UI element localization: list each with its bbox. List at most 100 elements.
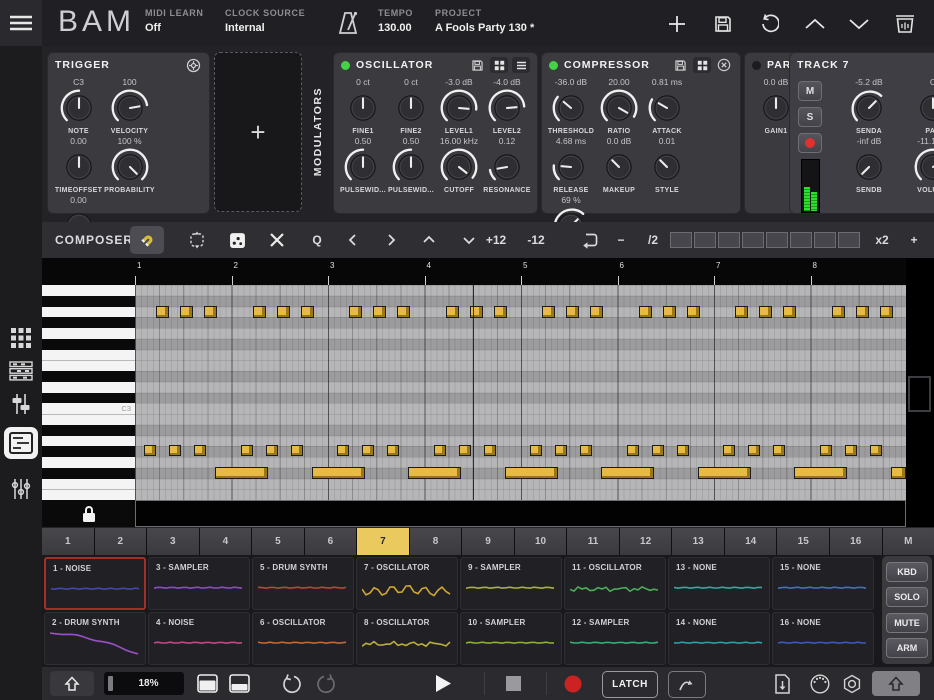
track-mute-button[interactable]: M: [798, 81, 822, 101]
piano-key-white[interactable]: [42, 328, 135, 339]
midi-note[interactable]: [156, 306, 169, 318]
knob-cutoff[interactable]: 16.00 kHz CUTOFF: [435, 136, 483, 194]
compressor-remove-icon[interactable]: [715, 57, 733, 73]
midi-note[interactable]: [397, 306, 410, 318]
midi-note[interactable]: [266, 445, 278, 456]
piano-key-white[interactable]: [42, 436, 135, 447]
midi-note[interactable]: [590, 306, 603, 318]
velocity-lane[interactable]: [135, 500, 906, 527]
knob-dial[interactable]: [599, 147, 639, 187]
midi-settings-button[interactable]: [808, 671, 832, 696]
shift-button[interactable]: [50, 671, 94, 696]
length-add-button[interactable]: +: [900, 222, 928, 258]
piano-key-black[interactable]: [42, 339, 135, 350]
midi-learn-field[interactable]: MIDI LEARN Off: [145, 8, 204, 34]
midi-note[interactable]: [459, 445, 471, 456]
piano-key-black[interactable]: [42, 425, 135, 436]
track-tab-m[interactable]: M: [883, 528, 934, 555]
knob-probability[interactable]: 100 % PROBABILITY: [104, 136, 155, 194]
note-grid[interactable]: [135, 285, 906, 500]
midi-note[interactable]: [434, 445, 446, 456]
nudge-right-button[interactable]: [374, 222, 408, 258]
midi-note[interactable]: [144, 445, 156, 456]
midi-note[interactable]: [277, 306, 290, 318]
midi-note[interactable]: [687, 306, 700, 318]
track-tab-11[interactable]: 11: [567, 528, 619, 555]
clock-source-field[interactable]: CLOCK SOURCE Internal: [225, 8, 305, 34]
knob-volume[interactable]: -11.1 dB VOLUME: [901, 136, 934, 194]
save-button[interactable]: [710, 11, 736, 37]
track-card[interactable]: 12 - SAMPLER: [564, 612, 666, 665]
midi-note[interactable]: [663, 306, 676, 318]
tempo-field[interactable]: TEMPO 130.00: [378, 8, 413, 34]
knob-attack[interactable]: 0.81 ms ATTACK: [643, 77, 691, 135]
midi-note[interactable]: [180, 306, 193, 318]
piano-key-black[interactable]: [42, 468, 135, 479]
midi-note[interactable]: [301, 306, 314, 318]
scrollbar-handle[interactable]: [908, 376, 931, 412]
length-segment[interactable]: [718, 232, 740, 248]
knob-dial[interactable]: [599, 88, 639, 128]
midi-note[interactable]: [408, 467, 461, 479]
midi-note[interactable]: [639, 306, 652, 318]
knob-dial[interactable]: [59, 88, 99, 128]
knob-resonance[interactable]: 0.12 RESONANCE: [483, 136, 531, 194]
midi-note[interactable]: [698, 467, 751, 479]
midi-note[interactable]: [783, 306, 796, 318]
compressor-presets-icon[interactable]: [693, 57, 711, 73]
midi-note[interactable]: [870, 445, 882, 456]
midi-note[interactable]: [169, 445, 181, 456]
midi-note[interactable]: [748, 445, 760, 456]
midi-note[interactable]: [723, 445, 735, 456]
track-tab-16[interactable]: 16: [830, 528, 882, 555]
arm-button[interactable]: ARM: [886, 638, 928, 658]
knob-dial[interactable]: [110, 147, 150, 187]
midi-note[interactable]: [241, 445, 253, 456]
quantize-tool[interactable]: Q: [300, 222, 334, 258]
pattern-down-button[interactable]: [846, 11, 872, 37]
track-card[interactable]: 14 - NONE: [668, 612, 770, 665]
modulators-strip[interactable]: MODULATORS: [305, 52, 331, 212]
vertical-scrollbar[interactable]: [906, 258, 934, 527]
keyboard-toggle-button[interactable]: [872, 671, 920, 696]
knob-dial[interactable]: [849, 147, 889, 187]
midi-note[interactable]: [601, 467, 654, 479]
knob-sendb[interactable]: -inf dB SENDB: [837, 136, 901, 194]
piano-key-white[interactable]: [42, 285, 135, 296]
knob-dial[interactable]: [343, 88, 383, 128]
metronome-icon[interactable]: [336, 10, 360, 41]
knob-pulsewid-[interactable]: 0.50 PULSEWID...: [387, 136, 435, 194]
midi-note[interactable]: [845, 445, 857, 456]
delete-notes-tool[interactable]: [260, 222, 294, 258]
length-segment[interactable]: [790, 232, 812, 248]
knob-level1[interactable]: -3.0 dB LEVEL1: [435, 77, 483, 135]
zoom-slider[interactable]: 18%: [104, 672, 184, 695]
toggle-top-panel-button[interactable]: [195, 671, 219, 696]
knob-dial[interactable]: [551, 88, 591, 128]
midi-note[interactable]: [566, 306, 579, 318]
midi-note[interactable]: [253, 306, 266, 318]
randomize-tool[interactable]: [220, 222, 254, 258]
length-segment[interactable]: [694, 232, 716, 248]
mute-button[interactable]: MUTE: [886, 613, 928, 633]
knob-ratio[interactable]: 20.00 RATIO: [595, 77, 643, 135]
lock-icon[interactable]: [81, 505, 97, 523]
piano-key-white[interactable]: C3: [42, 403, 135, 414]
knob-dial[interactable]: [439, 88, 479, 128]
knob-dial[interactable]: [551, 147, 591, 187]
piano-key-black[interactable]: [42, 371, 135, 382]
track-card[interactable]: 3 - SAMPLER: [148, 557, 250, 610]
midi-note[interactable]: [759, 306, 772, 318]
track-card[interactable]: 10 - SAMPLER: [460, 612, 562, 665]
new-project-button[interactable]: [664, 11, 690, 37]
knob-dial[interactable]: [110, 88, 150, 128]
midi-note[interactable]: [373, 306, 386, 318]
midi-note[interactable]: [215, 467, 268, 479]
knob-style[interactable]: 0.01 STYLE: [643, 136, 691, 194]
oscillator-save-icon[interactable]: [468, 57, 486, 73]
loop-button[interactable]: [572, 222, 606, 258]
knob-threshold[interactable]: -36.0 dB THRESHOLD: [547, 77, 595, 135]
knob-dial[interactable]: [391, 147, 431, 187]
track-card[interactable]: 4 - NOISE: [148, 612, 250, 665]
snap-magnet-tool[interactable]: [130, 226, 164, 254]
